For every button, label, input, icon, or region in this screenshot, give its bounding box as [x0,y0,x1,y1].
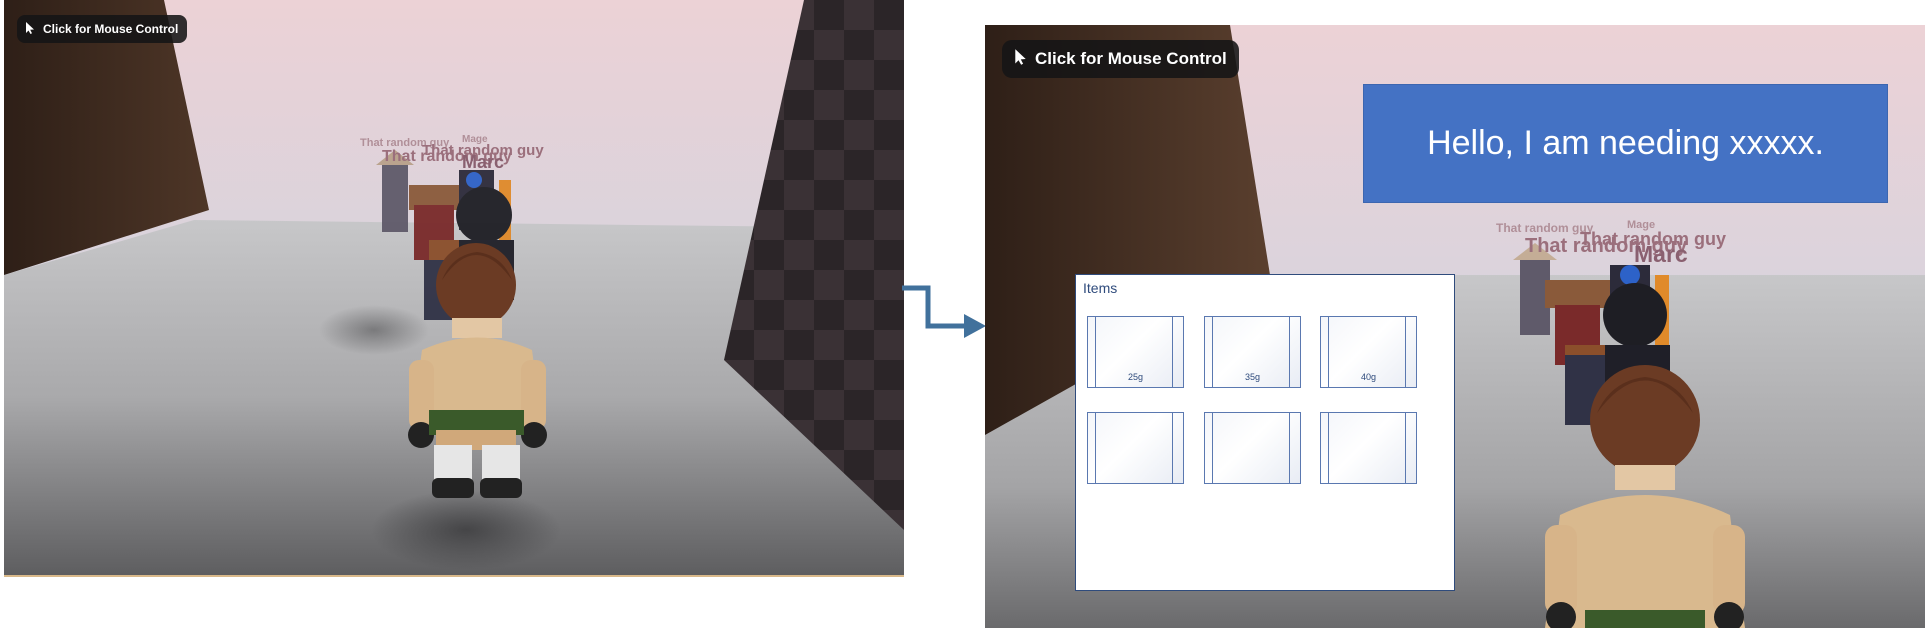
item-slot[interactable]: 35g [1204,316,1301,388]
items-panel: Items 25g 35g 40g [1075,274,1455,591]
slot-rail [1405,413,1406,483]
slot-rail [1289,413,1290,483]
game-scene-left [4,0,904,575]
slot-rail [1095,413,1096,483]
npc-speech-banner: Hello, I am needing xxxxx. [1363,84,1888,203]
nametag: That random guy [1496,221,1594,235]
item-slot[interactable]: 25g [1087,316,1184,388]
slot-rail [1172,413,1173,483]
cursor-icon [25,21,35,37]
items-panel-title: Items [1083,280,1118,296]
speech-text: Hello, I am needing xxxxx. [1427,124,1824,162]
mouse-control-label: Click for Mouse Control [43,22,179,36]
item-slot[interactable]: 40g [1320,316,1417,388]
nametag: Marc [1634,241,1688,267]
slot-rail [1212,413,1213,483]
item-slot[interactable] [1087,412,1184,484]
item-price: 40g [1360,372,1377,382]
mouse-control-label: Click for Mouse Control [1035,49,1227,68]
slot-rail [1328,413,1329,483]
item-price: 25g [1127,372,1144,382]
game-viewport-left[interactable]: That random guy Mage That random guy Tha… [4,0,904,577]
item-slot[interactable] [1320,412,1417,484]
arrow-icon [902,285,986,338]
item-slot[interactable] [1204,412,1301,484]
item-price: 35g [1244,372,1261,382]
mouse-control-button[interactable]: Click for Mouse Control [1002,40,1239,78]
mouse-control-button[interactable]: Click for Mouse Control [17,15,188,43]
nametag: Marc [462,152,505,172]
cursor-icon [1014,48,1027,70]
